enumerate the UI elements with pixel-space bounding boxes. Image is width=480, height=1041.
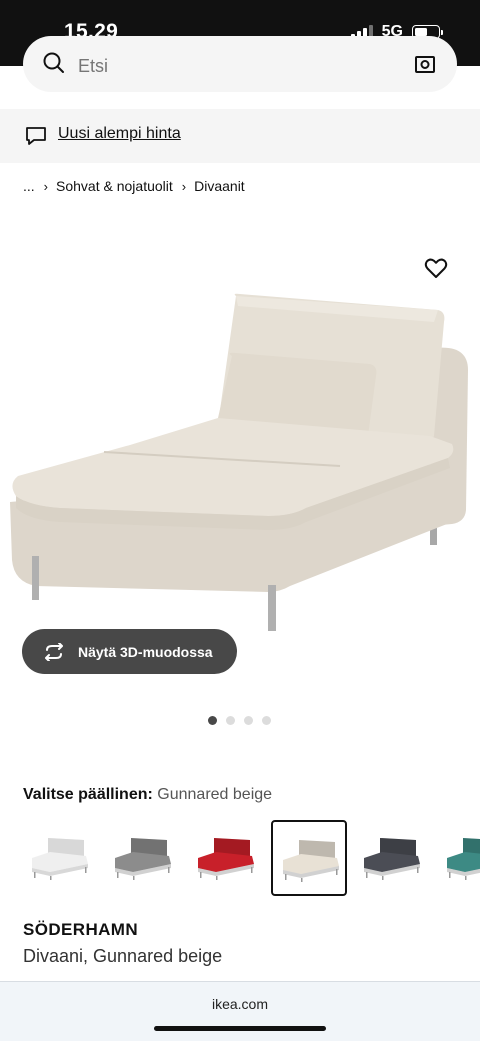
chaise-thumbnail-icon	[283, 840, 339, 882]
search-bar[interactable]: Etsi	[23, 36, 457, 92]
chaise-thumbnail-icon	[32, 838, 88, 880]
product-description: Divaani, Gunnared beige	[23, 946, 223, 966]
view-3d-label: Näytä 3D-muodossa	[78, 643, 213, 660]
chaise-thumbnail-icon	[198, 838, 254, 880]
cover-swatch[interactable]	[105, 820, 181, 896]
breadcrumb-chaise-longues[interactable]: Divaanit	[194, 178, 245, 194]
cover-swatch[interactable]	[188, 820, 264, 896]
gallery-dot[interactable]	[262, 716, 271, 725]
price-notice-banner: Uusi alempi hinta	[0, 109, 480, 163]
cover-swatch[interactable]	[271, 820, 347, 896]
chat-bubble-icon	[26, 127, 46, 145]
gallery-dot[interactable]	[226, 716, 235, 725]
camera-search-icon[interactable]	[413, 52, 437, 76]
breadcrumb-ellipsis[interactable]: ...	[23, 178, 35, 194]
breadcrumb: ... › Sohvat & nojatuolit › Divaanit	[23, 178, 245, 194]
url-bar[interactable]: ikea.com	[0, 996, 480, 1012]
browser-bottom-bar: ikea.com	[0, 981, 480, 1041]
new-lower-price-link[interactable]: Uusi alempi hinta	[58, 125, 181, 143]
chaise-thumbnail-icon	[115, 838, 171, 880]
gallery-dots[interactable]	[208, 716, 271, 725]
chevron-right-icon: ›	[43, 178, 49, 194]
search-icon	[43, 52, 64, 73]
chevron-right-icon: ›	[181, 178, 187, 194]
cover-swatch[interactable]	[437, 820, 480, 896]
rotate-3d-icon	[42, 642, 66, 661]
cover-value: Gunnared beige	[157, 786, 273, 803]
cover-swatch[interactable]	[22, 820, 98, 896]
chaise-thumbnail-icon	[447, 838, 480, 880]
gallery-dot[interactable]	[244, 716, 253, 725]
gallery-dot[interactable]	[208, 716, 217, 725]
product-image[interactable]	[0, 240, 480, 650]
cover-label: Valitse päällinen:	[23, 786, 153, 803]
cover-swatch[interactable]	[354, 820, 430, 896]
cover-swatches	[22, 820, 480, 900]
search-input[interactable]: Etsi	[78, 56, 108, 77]
cover-selector-label: Valitse päällinen: Gunnared beige	[23, 786, 272, 804]
chaise-thumbnail-icon	[364, 838, 420, 880]
product-name: SÖDERHAMN	[23, 920, 139, 939]
heart-icon[interactable]	[424, 257, 448, 279]
breadcrumb-sofas[interactable]: Sohvat & nojatuolit	[56, 178, 173, 194]
view-3d-button[interactable]: Näytä 3D-muodossa	[22, 629, 237, 674]
home-indicator[interactable]	[154, 1026, 326, 1031]
